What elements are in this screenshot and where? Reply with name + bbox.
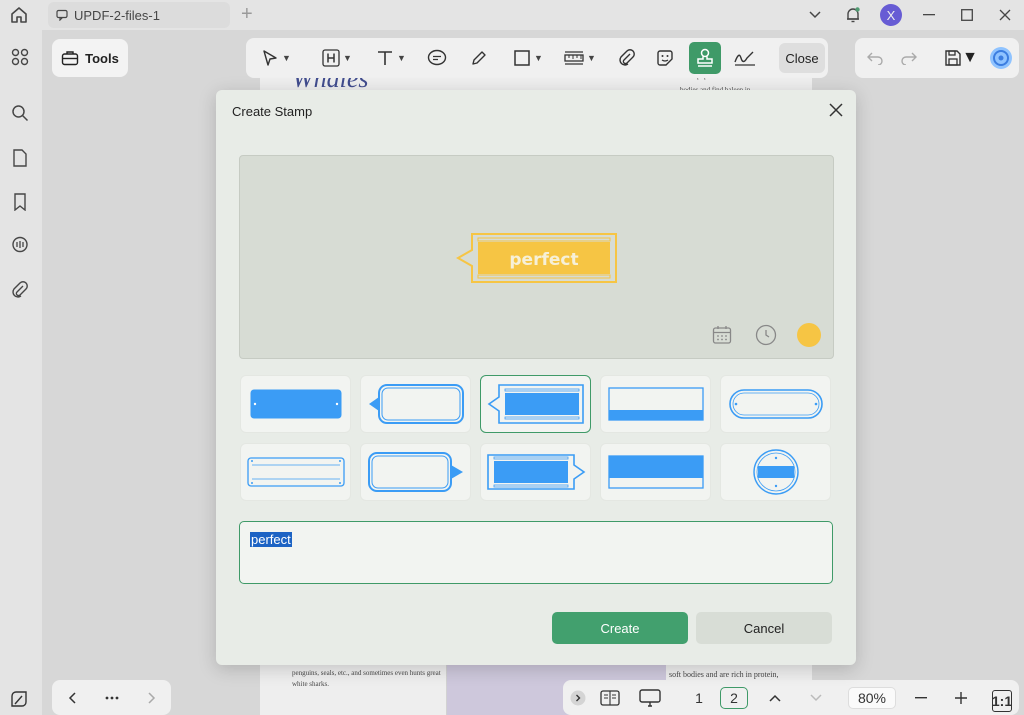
cancel-button[interactable]: Cancel xyxy=(696,612,832,644)
sticker-tool-button[interactable] xyxy=(652,46,678,70)
signature-tool-button[interactable] xyxy=(732,46,758,70)
undo-button[interactable] xyxy=(865,46,885,70)
stamp-style-option[interactable] xyxy=(720,443,831,501)
view-controls: 1 2 80% 1:1 xyxy=(563,680,1019,715)
stamp-style-option[interactable] xyxy=(480,443,591,501)
actual-size-button[interactable]: 1:1 xyxy=(992,690,1012,712)
page-2-button[interactable]: 2 xyxy=(720,687,748,709)
paperclip-icon xyxy=(619,49,635,66)
stamp-style-option[interactable] xyxy=(360,375,471,433)
signature-icon xyxy=(734,51,755,66)
stamp-style-option[interactable] xyxy=(720,375,831,433)
page-down-icon[interactable] xyxy=(806,687,826,709)
stamp-style-option[interactable] xyxy=(600,443,711,501)
save-button[interactable]: ▼ xyxy=(941,46,981,70)
ai-assistant-icon xyxy=(990,47,1012,69)
select-tool-button[interactable]: ▼ xyxy=(256,46,296,70)
tools-label: Tools xyxy=(85,50,119,66)
stamp-style-grid xyxy=(239,374,834,504)
redo-icon xyxy=(901,52,917,65)
collapse-chevron-icon[interactable] xyxy=(569,687,587,709)
sticker-icon xyxy=(657,50,673,66)
stamp-preview-graphic: perfect xyxy=(456,233,617,283)
annotation-toolbar: ▼ ▼ ▼ ▼ ▼ Close xyxy=(246,38,828,78)
stamp-icon xyxy=(697,48,713,67)
attach-tool-button[interactable] xyxy=(614,46,640,70)
pencil-tool-button[interactable] xyxy=(466,46,492,70)
text-icon xyxy=(378,51,393,65)
heading-icon xyxy=(322,49,340,67)
stamp-text-input[interactable]: perfect xyxy=(239,521,833,584)
presentation-icon[interactable] xyxy=(639,687,661,709)
cursor-icon xyxy=(263,50,277,66)
page-up-icon[interactable] xyxy=(765,687,785,709)
rectangle-icon xyxy=(514,50,530,66)
more-icon[interactable] xyxy=(102,688,122,708)
color-picker-button[interactable] xyxy=(797,323,821,347)
next-icon[interactable] xyxy=(142,688,162,708)
shape-tool-button[interactable]: ▼ xyxy=(508,46,548,70)
stamp-preview-text: perfect xyxy=(509,250,578,270)
pencil-icon xyxy=(472,51,486,65)
save-icon xyxy=(945,50,961,66)
selected-text: perfect xyxy=(250,532,292,547)
stamp-tool-button[interactable] xyxy=(689,42,721,74)
previous-icon[interactable] xyxy=(62,688,82,708)
page-navigation xyxy=(52,680,171,715)
comment-tool-button[interactable] xyxy=(424,46,450,70)
stamp-color-swatch xyxy=(797,323,821,347)
comment-bubble-icon xyxy=(427,49,447,66)
page-1-button[interactable]: 1 xyxy=(685,687,713,709)
leaf-logo-icon[interactable] xyxy=(8,688,30,710)
stamp-preview: perfect xyxy=(239,155,834,359)
close-icon[interactable] xyxy=(827,101,845,119)
redo-button[interactable] xyxy=(899,46,919,70)
toolbox-icon xyxy=(61,51,79,66)
stamp-style-option[interactable] xyxy=(240,443,351,501)
reading-mode-icon[interactable] xyxy=(599,687,621,709)
text-tool-button[interactable]: ▼ xyxy=(370,46,412,70)
zoom-out-icon[interactable] xyxy=(911,687,931,709)
create-stamp-dialog: Create Stamp perfect perfect Create Canc… xyxy=(216,90,856,665)
highlight-tool-button[interactable]: ▼ xyxy=(316,46,358,70)
stamp-style-option[interactable] xyxy=(240,375,351,433)
ruler-icon xyxy=(564,51,584,65)
dialog-title: Create Stamp xyxy=(232,104,313,119)
stamp-style-option[interactable] xyxy=(480,375,591,433)
zoom-in-icon[interactable] xyxy=(951,687,971,709)
measure-tool-button[interactable]: ▼ xyxy=(560,46,600,70)
create-button[interactable]: Create xyxy=(552,612,688,644)
close-tools-button[interactable]: Close xyxy=(779,43,825,73)
stamp-style-option[interactable] xyxy=(600,375,711,433)
zoom-level[interactable]: 80% xyxy=(848,687,896,709)
calendar-icon[interactable] xyxy=(710,323,734,347)
right-toolbar: ▼ xyxy=(855,38,1019,78)
ai-assistant-button[interactable] xyxy=(989,46,1013,70)
undo-icon xyxy=(867,52,883,65)
stamp-style-option[interactable] xyxy=(360,443,471,501)
tools-button[interactable]: Tools xyxy=(52,39,128,77)
clock-icon[interactable] xyxy=(754,323,778,347)
